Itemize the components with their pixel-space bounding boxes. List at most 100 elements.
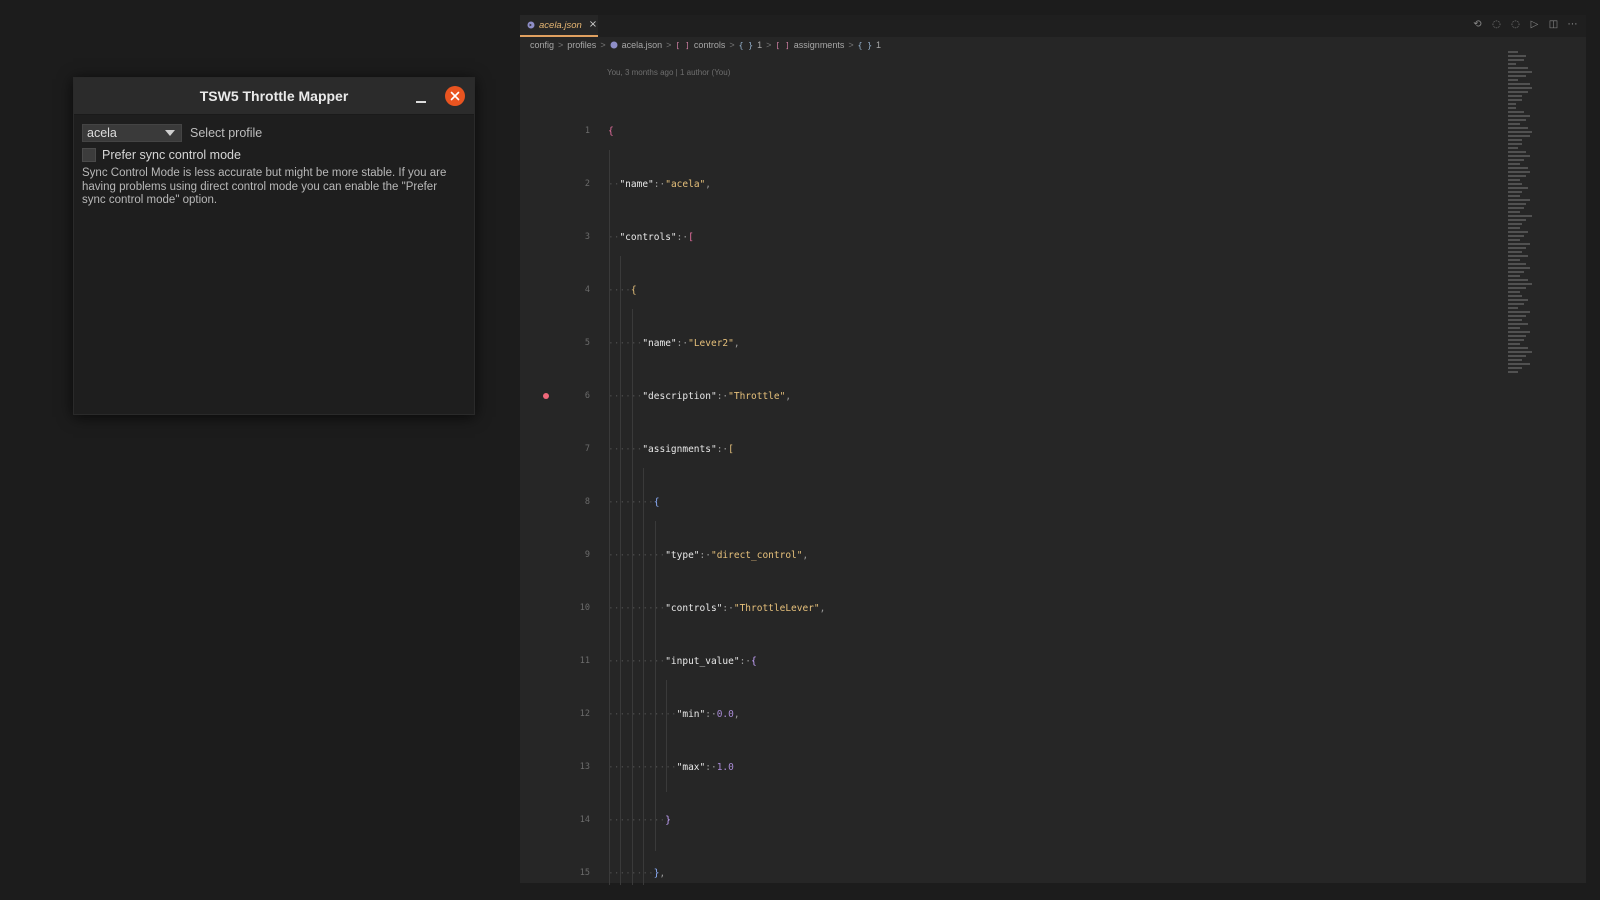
tab-label: acela.json bbox=[539, 19, 582, 31]
line-number: 9 bbox=[584, 550, 590, 560]
window-titlebar[interactable]: TSW5 Throttle Mapper bbox=[74, 78, 474, 115]
json-key: "input_value" bbox=[665, 655, 740, 667]
breadcrumb-item-1[interactable]: 1 bbox=[757, 40, 762, 50]
breadcrumb-config[interactable]: config bbox=[530, 40, 554, 50]
next-change-icon[interactable]: ◌ bbox=[1510, 19, 1521, 30]
more-actions-icon[interactable]: ⋯ bbox=[1567, 19, 1578, 30]
close-icon bbox=[450, 91, 460, 101]
json-bracket: [ bbox=[688, 231, 694, 243]
code-editor: acela.json × ⟲ ◌ ◌ ▷ ◫ ⋯ config > profil… bbox=[520, 15, 1586, 885]
line-number: 10 bbox=[579, 603, 590, 613]
indent-guide bbox=[609, 150, 610, 885]
chevron-down-icon bbox=[165, 130, 175, 136]
line-number: 2 bbox=[584, 179, 590, 189]
line-number: 6 bbox=[584, 391, 590, 401]
json-key: "controls" bbox=[619, 231, 677, 243]
line-number: 15 bbox=[579, 868, 590, 878]
json-string: "ThrottleLever" bbox=[733, 602, 820, 614]
editor-toolbar: ⟲ ◌ ◌ ▷ ◫ ⋯ bbox=[1472, 19, 1578, 30]
code-line: 5 ······"name":·"Lever2", bbox=[520, 336, 1480, 350]
indent-guide bbox=[666, 680, 667, 792]
json-number: 0.0 bbox=[716, 708, 734, 720]
code-line: 11 ··········"input_value":·{ bbox=[520, 654, 1480, 668]
code-line: 2 ··"name":·"acela", bbox=[520, 177, 1480, 191]
line-number: 1 bbox=[584, 126, 590, 136]
json-file-icon bbox=[610, 41, 618, 49]
code-line: 9 ··········"type":·"direct_control", bbox=[520, 548, 1480, 562]
json-bracket: [ bbox=[728, 443, 734, 455]
profile-select-label: Select profile bbox=[190, 126, 263, 140]
code-line: 1 { bbox=[520, 124, 1480, 138]
profile-select-value: acela bbox=[87, 126, 117, 140]
json-brace: { bbox=[630, 284, 637, 296]
code-line: 13 ············"max":·1.0 bbox=[520, 760, 1480, 774]
line-number: 4 bbox=[584, 285, 590, 295]
json-key: "min" bbox=[676, 708, 706, 720]
breadcrumb-separator: > bbox=[558, 40, 564, 50]
throttle-mapper-window: TSW5 Throttle Mapper acela Select profil… bbox=[73, 77, 475, 415]
breakpoint-icon[interactable] bbox=[543, 393, 549, 399]
json-brace: } bbox=[665, 814, 671, 826]
breadcrumb-assignments[interactable]: assignments bbox=[794, 40, 845, 50]
json-file-icon bbox=[527, 21, 535, 29]
code-line: 10 ··········"controls":·"ThrottleLever"… bbox=[520, 601, 1480, 615]
json-key: "max" bbox=[676, 761, 706, 773]
tab-acela-json[interactable]: acela.json × bbox=[520, 15, 598, 37]
prefer-sync-label[interactable]: Prefer sync control mode bbox=[102, 148, 241, 162]
window-title: TSW5 Throttle Mapper bbox=[199, 88, 349, 104]
close-button[interactable] bbox=[445, 86, 465, 106]
breadcrumb-separator: > bbox=[848, 40, 854, 50]
code-line: 3 ··"controls":·[ bbox=[520, 230, 1480, 244]
line-number: 7 bbox=[584, 444, 590, 454]
code-line: 7 ······"assignments":·[ bbox=[520, 442, 1480, 456]
json-string: "Throttle" bbox=[728, 390, 786, 402]
line-number: 13 bbox=[579, 762, 590, 772]
line-number: 11 bbox=[579, 656, 590, 666]
line-number: 12 bbox=[579, 709, 590, 719]
breadcrumb-file[interactable]: acela.json bbox=[622, 40, 663, 50]
breadcrumb-separator: > bbox=[766, 40, 772, 50]
json-key: "type" bbox=[665, 549, 700, 561]
code-line: 4 ····{ bbox=[520, 283, 1480, 297]
code-line: 8 ········{ bbox=[520, 495, 1480, 509]
breadcrumb-separator: > bbox=[666, 40, 672, 50]
object-symbol-icon: { } bbox=[738, 40, 754, 50]
line-number: 14 bbox=[579, 815, 590, 825]
json-key: "controls" bbox=[665, 602, 723, 614]
breadcrumb-profiles[interactable]: profiles bbox=[567, 40, 596, 50]
prefer-sync-checkbox[interactable] bbox=[82, 148, 96, 162]
sync-mode-help-text: Sync Control Mode is less accurate but m… bbox=[82, 167, 447, 206]
json-key: "assignments" bbox=[642, 443, 717, 455]
minimize-button[interactable] bbox=[414, 90, 428, 104]
code-line: 12 ············"min":·0.0, bbox=[520, 707, 1480, 721]
code-line: 15 ········}, bbox=[520, 866, 1480, 880]
tab-close-icon[interactable]: × bbox=[589, 20, 597, 30]
json-number: 1.0 bbox=[716, 761, 734, 773]
indent-guide bbox=[655, 521, 656, 851]
breadcrumb-separator: > bbox=[600, 40, 606, 50]
indent-guide bbox=[620, 256, 621, 885]
breadcrumb-controls[interactable]: controls bbox=[694, 40, 726, 50]
object-symbol-icon: { } bbox=[857, 40, 873, 50]
code-line: 6 ······"description":·"Throttle", bbox=[520, 389, 1480, 403]
go-back-icon[interactable]: ⟲ bbox=[1472, 19, 1483, 30]
array-symbol-icon: [ ] bbox=[775, 40, 790, 50]
minimap[interactable] bbox=[1508, 51, 1546, 391]
json-string: "acela" bbox=[665, 178, 706, 190]
code-line: 14 ··········} bbox=[520, 813, 1480, 827]
profile-select[interactable]: acela bbox=[82, 124, 182, 142]
git-blame-annotation[interactable]: You, 3 months ago | 1 author (You) bbox=[607, 68, 730, 77]
run-icon[interactable]: ▷ bbox=[1529, 19, 1540, 30]
line-number: 8 bbox=[584, 497, 590, 507]
editor-tabbar: acela.json × ⟲ ◌ ◌ ▷ ◫ ⋯ bbox=[520, 15, 1586, 37]
json-key: "description" bbox=[642, 390, 717, 402]
breadcrumb: config > profiles > acela.json > [ ] con… bbox=[520, 37, 1586, 53]
previous-change-icon[interactable]: ◌ bbox=[1491, 19, 1502, 30]
breadcrumb-item-2[interactable]: 1 bbox=[876, 40, 881, 50]
json-string: "direct_control" bbox=[710, 549, 803, 561]
line-number: 3 bbox=[584, 232, 590, 242]
json-key: "name" bbox=[642, 337, 677, 349]
json-brace: { bbox=[608, 125, 614, 137]
split-editor-icon[interactable]: ◫ bbox=[1548, 19, 1559, 30]
line-number: 5 bbox=[584, 338, 590, 348]
